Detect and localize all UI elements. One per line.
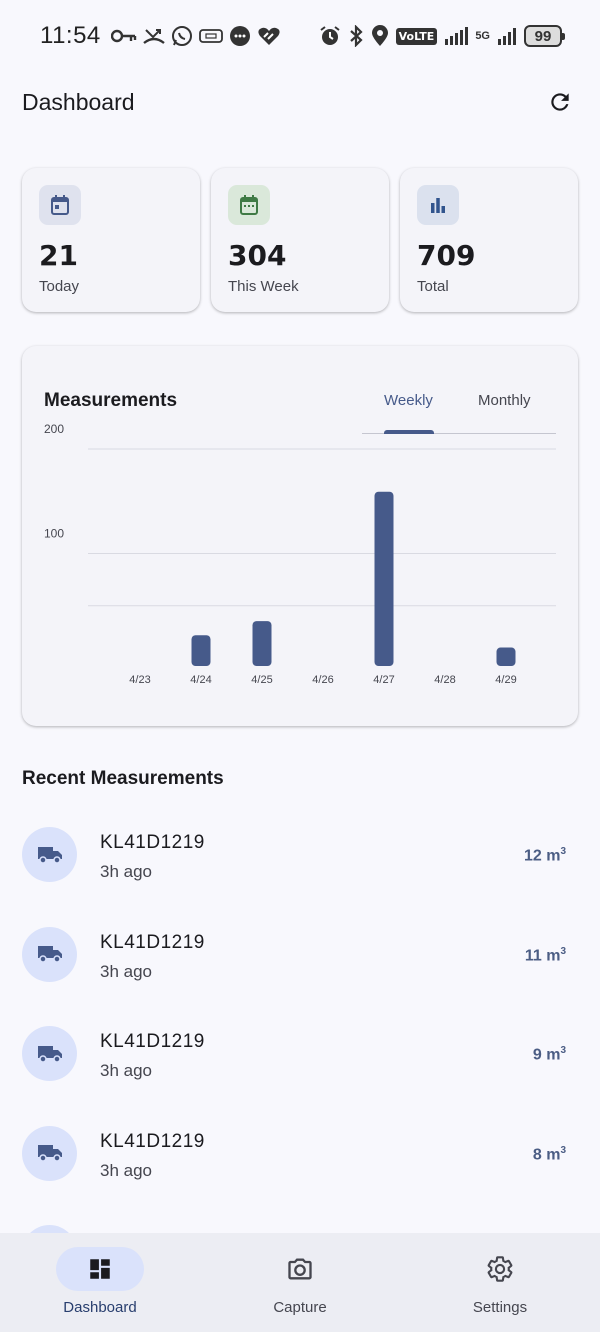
- dashboard-icon: [90, 1259, 110, 1279]
- status-bar: 11:54 VoLTE 5G 99: [0, 0, 600, 72]
- item-plate: KL41D1219: [100, 832, 205, 853]
- status-time: 11:54: [40, 22, 101, 49]
- refresh-button[interactable]: [542, 84, 578, 120]
- chart-tabs: Weekly Monthly: [362, 376, 556, 434]
- message-icon: [229, 25, 251, 47]
- signal-5g-icon: [497, 26, 517, 46]
- list-item[interactable]: KL41D1219 3h ago 8 m3: [0, 1099, 600, 1199]
- chart-title: Measurements: [44, 390, 178, 411]
- chart-bar: [191, 635, 211, 666]
- bar-chart-icon: [417, 185, 459, 225]
- truck-icon: [22, 926, 77, 982]
- item-time: 3h ago: [100, 1061, 152, 1080]
- stat-value: 21: [39, 239, 78, 272]
- item-time: 3h ago: [100, 1160, 152, 1180]
- item-plate: KL41D1219: [100, 1031, 205, 1052]
- list-item[interactable]: KL41D1219 3h ago 9 m3: [0, 999, 600, 1099]
- recent-measurements-title: Recent Measurements: [22, 768, 224, 789]
- nav-indicator: [456, 1247, 544, 1291]
- item-time: 3h ago: [100, 862, 152, 881]
- calendar-today-icon: [39, 185, 81, 225]
- bluetooth-icon: [348, 25, 364, 47]
- item-volume: 8 m3: [532, 1144, 566, 1163]
- truck-icon: [22, 827, 77, 882]
- tab-monthly[interactable]: Monthly: [478, 392, 531, 409]
- key-icon: [110, 28, 137, 44]
- nav-dashboard[interactable]: Dashboard: [0, 1233, 200, 1332]
- nav-label: Dashboard: [63, 1299, 137, 1316]
- x-tick-label: 4/26: [312, 674, 333, 686]
- x-tick-label: 4/27: [373, 674, 394, 686]
- network-type: 5G: [475, 30, 490, 42]
- stat-value: 709: [417, 239, 476, 272]
- item-volume: 11 m3: [524, 945, 566, 964]
- refresh-icon: [551, 93, 569, 111]
- chart-bar: [496, 647, 516, 666]
- calendar-week-icon: [228, 185, 270, 225]
- item-time: 3h ago: [100, 961, 152, 981]
- page-title: Dashboard: [22, 88, 135, 115]
- nav-capture[interactable]: Capture: [200, 1233, 400, 1332]
- whatsapp-icon: [171, 25, 193, 47]
- battery-indicator: 99: [524, 25, 565, 47]
- x-tick-label: 4/25: [251, 674, 272, 686]
- stat-label: Total: [417, 278, 449, 295]
- y-tick-label: 100: [44, 527, 64, 541]
- signal-icon: [444, 26, 469, 46]
- list-item[interactable]: KL41D1219 3h ago 12 m3: [0, 800, 600, 900]
- stats-row: 21 Today 304 This Week 709 Total: [22, 168, 578, 312]
- x-tick-label: 4/24: [190, 674, 211, 686]
- stat-card-total: 709 Total: [400, 168, 578, 312]
- nav-settings[interactable]: Settings: [400, 1233, 600, 1332]
- list-item[interactable]: KL41D1219 3h ago 11 m3: [0, 900, 600, 1000]
- chart-bar: [374, 491, 394, 666]
- stat-label: This Week: [228, 278, 299, 295]
- truck-icon: [22, 1026, 77, 1081]
- stat-label: Today: [39, 278, 80, 295]
- nav-indicator: [256, 1247, 344, 1291]
- nav-indicator: [56, 1247, 144, 1291]
- missed-call-icon: [143, 26, 165, 46]
- chart-bar: [252, 621, 272, 666]
- truck-icon: [22, 1125, 77, 1181]
- tab-weekly[interactable]: Weekly: [384, 392, 433, 409]
- bottom-navigation: Dashboard Capture Settings: [0, 1233, 600, 1332]
- measurements-chart-card: 100 200 4/23 4/24 4/25 4/26 4/27 4/28 4/29 Measu…: [22, 346, 578, 726]
- alarm-icon: [319, 25, 341, 47]
- tab-indicator: [384, 430, 434, 434]
- x-tick-label: 4/29: [495, 674, 516, 686]
- nav-label: Settings: [472, 1299, 528, 1316]
- app-bar: Dashboard: [22, 80, 578, 124]
- y-tick-label: 200: [44, 422, 64, 436]
- location-icon: [371, 25, 389, 47]
- stat-card-today: 21 Today: [22, 168, 200, 312]
- item-volume: 9 m3: [532, 1045, 566, 1064]
- battery-level: 99: [534, 27, 552, 45]
- volte-badge: VoLTE: [395, 27, 438, 45]
- recent-list: KL41D1219 3h ago 12 m3 KL41D1219 3h ago …: [0, 800, 600, 1298]
- x-tick-label: 4/23: [129, 674, 150, 686]
- item-volume: 12 m3: [523, 846, 566, 865]
- nav-label: Capture: [273, 1299, 327, 1316]
- stat-value: 304: [228, 239, 287, 272]
- stat-card-week: 304 This Week: [211, 168, 389, 312]
- x-tick-label: 4/28: [434, 674, 455, 686]
- item-plate: KL41D1219: [100, 1130, 205, 1152]
- camera-icon: [288, 1258, 312, 1280]
- item-plate: KL41D1219: [100, 931, 205, 953]
- sim-card-icon: [198, 28, 223, 44]
- heart-app-icon: [257, 25, 281, 47]
- settings-icon: [487, 1256, 513, 1282]
